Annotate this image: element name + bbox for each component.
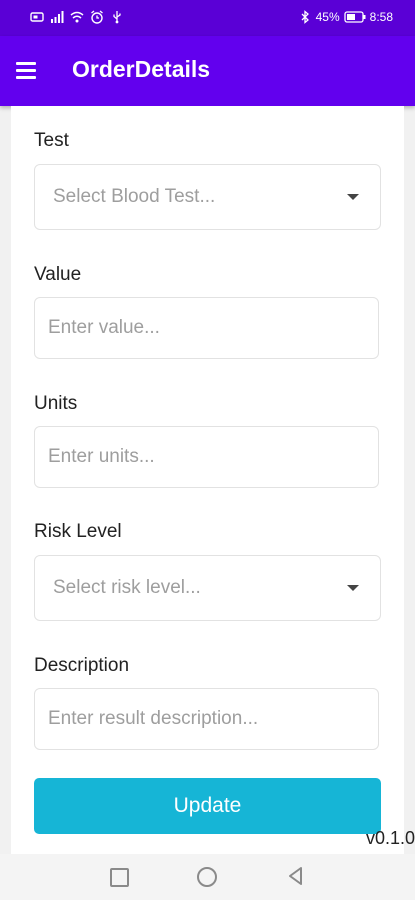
bluetooth-icon: [301, 10, 309, 24]
units-input[interactable]: Enter units...: [34, 426, 379, 488]
status-icons-right: 45% 8:58: [298, 10, 393, 24]
page-title: OrderDetails: [72, 56, 211, 82]
usb-icon: [113, 11, 121, 24]
menu-icon[interactable]: [14, 58, 38, 82]
risk-level-select[interactable]: Select risk level...: [34, 555, 381, 621]
units-input-placeholder: Enter units...: [48, 446, 155, 467]
back-icon[interactable]: [286, 866, 306, 886]
home-icon[interactable]: [197, 867, 217, 887]
risk-level-select-placeholder: Select risk level...: [53, 577, 201, 598]
recent-apps-icon[interactable]: [110, 868, 129, 887]
wifi-icon: [70, 11, 84, 23]
risk-level-label: Risk Level: [34, 521, 122, 542]
description-label: Description: [34, 655, 130, 676]
status-icons-left: [30, 10, 124, 24]
status-time: 8:58: [369, 10, 393, 24]
version-label: v0.1.0: [365, 828, 415, 848]
status-bar: 45% 8:58: [0, 0, 415, 36]
chevron-down-icon: [347, 585, 359, 591]
units-label: Units: [34, 393, 78, 414]
description-input-placeholder: Enter result description...: [48, 708, 259, 729]
signal-icon: [51, 11, 64, 23]
value-input-placeholder: Enter value...: [48, 317, 160, 338]
test-label: Test: [34, 130, 69, 151]
test-select[interactable]: Select Blood Test...: [34, 164, 381, 230]
system-nav-bar: [0, 854, 415, 900]
alarm-icon: [91, 10, 103, 24]
chevron-down-icon: [347, 194, 359, 200]
test-select-placeholder: Select Blood Test...: [53, 186, 216, 207]
order-details-form: Test Select Blood Test... Value Enter va…: [11, 106, 404, 854]
description-input[interactable]: Enter result description...: [34, 688, 379, 750]
value-label: Value: [34, 264, 82, 285]
battery-percent: 45%: [315, 10, 340, 24]
battery-icon: [343, 11, 366, 23]
update-button[interactable]: Update: [34, 778, 381, 834]
sim-icon: [30, 12, 44, 22]
app-bar: OrderDetails: [0, 36, 415, 106]
value-input[interactable]: Enter value...: [34, 297, 379, 359]
